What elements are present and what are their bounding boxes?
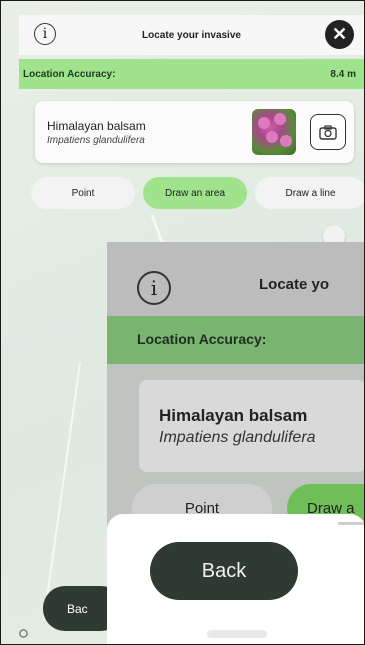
species-common-name: Himalayan balsam — [47, 119, 146, 133]
mode-line-button[interactable]: Draw a line — [255, 177, 364, 209]
species-photo — [252, 109, 296, 155]
camera-icon — [319, 124, 337, 140]
page-title: Locate your invasive — [142, 29, 241, 41]
overlay-accuracy-bar: Location Accuracy: — [107, 316, 364, 364]
overlay-species-common-name: Himalayan balsam — [159, 406, 308, 425]
mapbox-logo-icon — [19, 629, 28, 638]
home-indicator — [207, 630, 267, 638]
overlay-species-card: Himalayan balsam Impatiens glandulifera — [139, 380, 364, 472]
overlay-screenshot: i Locate yo Location Accuracy: Himalayan… — [107, 242, 364, 644]
overlay-accuracy-label: Location Accuracy: — [137, 331, 267, 347]
mode-area-button[interactable]: Draw an area — [143, 177, 247, 209]
overlay-back-button[interactable]: Back — [150, 542, 298, 600]
map-road — [42, 362, 82, 620]
overlay-bottom-sheet: Back — [107, 514, 364, 644]
accuracy-label: Location Accuracy: — [23, 68, 116, 80]
overlay-species-latin-name: Impatiens glandulifera — [159, 429, 316, 446]
accuracy-bar: Location Accuracy: 8.4 m — [19, 59, 364, 89]
overlay-info-icon[interactable]: i — [137, 271, 171, 305]
overlay-title: Locate yo — [259, 276, 330, 293]
top-bar: i Locate your invasive ✕ — [19, 15, 364, 55]
draw-mode-selector: Point Draw an area Draw a line — [31, 177, 364, 209]
camera-button[interactable] — [310, 114, 346, 150]
accuracy-value: 8.4 m — [330, 68, 356, 80]
map-attribution — [19, 629, 28, 640]
species-card: Himalayan balsam Impatiens glandulifera — [35, 101, 354, 163]
mode-point-button[interactable]: Point — [31, 177, 135, 209]
species-latin-name: Impatiens glandulifera — [47, 135, 145, 146]
app-frame: i Locate your invasive ✕ Location Accura… — [0, 0, 365, 645]
sheet-handle[interactable] — [338, 522, 364, 525]
close-icon[interactable]: ✕ — [325, 20, 354, 49]
